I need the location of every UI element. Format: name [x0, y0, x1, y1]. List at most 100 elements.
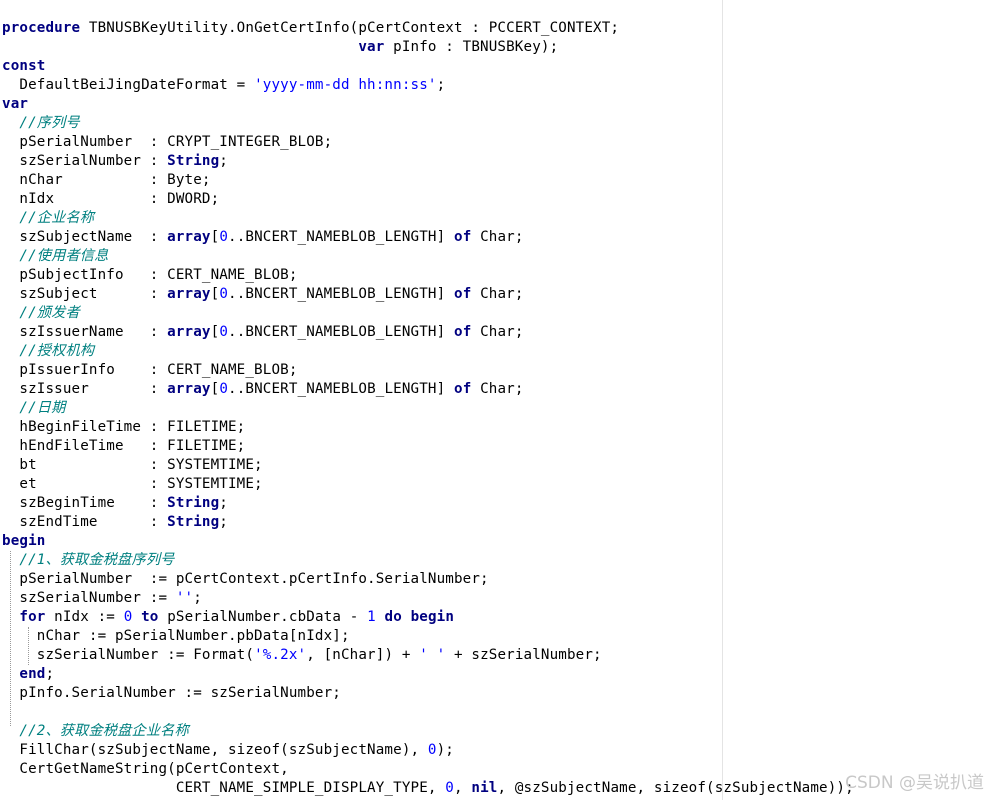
code-text: Char; [471, 229, 524, 245]
code-line[interactable]: hBeginFileTime : FILETIME; [2, 418, 962, 437]
code-text: pInfo : TBNUSBKey); [384, 39, 559, 55]
keyword-token: String [167, 495, 220, 511]
code-text: ; [45, 666, 55, 682]
code-line[interactable]: pInfo.SerialNumber := szSerialNumber; [2, 684, 962, 703]
code-text: , @szSubjectName, sizeof(szSubjectName))… [497, 780, 854, 796]
code-line[interactable]: CERT_NAME_SIMPLE_DISPLAY_TYPE, 0, nil, @… [2, 779, 962, 798]
code-text: [ [210, 229, 220, 245]
keyword-token: for [19, 609, 46, 625]
string-literal: 'yyyy-mm-dd hh:nn:ss' [254, 77, 437, 93]
code-line[interactable]: nChar : Byte; [2, 171, 962, 190]
code-text: nIdx := [45, 609, 124, 625]
code-line[interactable]: //日期 [2, 399, 962, 418]
keyword-token: String [167, 514, 220, 530]
code-text: ); [436, 742, 454, 758]
code-text: nIdx : DWORD; [2, 191, 220, 207]
code-text: DefaultBeiJingDateFormat = [2, 77, 255, 93]
code-line[interactable]: procedure TBNUSBKeyUtility.OnGetCertInfo… [2, 19, 962, 38]
code-line[interactable]: //企业名称 [2, 209, 962, 228]
keyword-token: do [384, 609, 402, 625]
code-line[interactable]: szSubjectName : array[0..BNCERT_NAMEBLOB… [2, 228, 962, 247]
code-line[interactable]: szSerialNumber := Format('%.2x', [nChar]… [2, 646, 962, 665]
code-line[interactable]: szIssuer : array[0..BNCERT_NAMEBLOB_LENG… [2, 380, 962, 399]
right-margin-line [722, 0, 723, 800]
code-text: pInfo.SerialNumber := szSerialNumber; [2, 685, 341, 701]
code-line[interactable]: pSerialNumber := pCertContext.pCertInfo.… [2, 570, 962, 589]
code-text: ..BNCERT_NAMEBLOB_LENGTH] [228, 381, 454, 397]
code-text: ..BNCERT_NAMEBLOB_LENGTH] [228, 286, 454, 302]
number-literal: 0 [219, 286, 229, 302]
code-line[interactable]: szSubject : array[0..BNCERT_NAMEBLOB_LEN… [2, 285, 962, 304]
keyword-token: to [141, 609, 159, 625]
code-text: bt : SYSTEMTIME; [2, 457, 263, 473]
code-line[interactable]: pIssuerInfo : CERT_NAME_BLOB; [2, 361, 962, 380]
keyword-token: begin [2, 533, 46, 549]
keyword-token: var [2, 96, 29, 112]
code-line[interactable]: hEndFileTime : FILETIME; [2, 437, 962, 456]
code-text: [ [210, 286, 220, 302]
code-text: szIssuerName : [2, 324, 168, 340]
code-text: szEndTime : [2, 514, 168, 530]
code-line[interactable]: CertGetNameString(pCertContext, [2, 760, 962, 779]
code-text: nChar := pSerialNumber.pbData[nIdx]; [2, 628, 350, 644]
keyword-token: of [454, 286, 472, 302]
comment-token: //使用者信息 [2, 248, 109, 264]
code-line[interactable]: const [2, 57, 962, 76]
code-line[interactable]: begin [2, 532, 962, 551]
code-text: ..BNCERT_NAMEBLOB_LENGTH] [228, 324, 454, 340]
code-line[interactable]: DefaultBeiJingDateFormat = 'yyyy-mm-dd h… [2, 76, 962, 95]
code-line[interactable]: var pInfo : TBNUSBKey); [2, 38, 962, 57]
code-text: pSerialNumber : CRYPT_INTEGER_BLOB; [2, 134, 333, 150]
number-literal: 0 [427, 742, 437, 758]
code-line[interactable]: //2、获取金税盘企业名称 [2, 722, 962, 741]
comment-token: //2、获取金税盘企业名称 [2, 723, 189, 739]
code-line[interactable]: FillChar(szSubjectName, sizeof(szSubject… [2, 741, 962, 760]
comment-token: //日期 [2, 400, 66, 416]
code-line[interactable]: var [2, 95, 962, 114]
keyword-token: const [2, 58, 46, 74]
keyword-token: var [358, 39, 385, 55]
code-text: Char; [471, 324, 524, 340]
code-text: szSubjectName : [2, 229, 168, 245]
code-line[interactable] [2, 703, 962, 722]
code-text: Char; [471, 286, 524, 302]
code-text: [ [210, 381, 220, 397]
number-literal: 0 [219, 324, 229, 340]
code-text: szSerialNumber := Format( [2, 647, 255, 663]
keyword-token: array [167, 324, 211, 340]
code-line[interactable]: //颁发者 [2, 304, 962, 323]
comment-token: //序列号 [2, 115, 80, 131]
code-text: pSerialNumber.cbData - [158, 609, 368, 625]
code-lines[interactable]: procedure TBNUSBKeyUtility.OnGetCertInfo… [2, 19, 962, 798]
code-line[interactable]: et : SYSTEMTIME; [2, 475, 962, 494]
code-line[interactable]: nIdx : DWORD; [2, 190, 962, 209]
comment-token: //授权机构 [2, 343, 95, 359]
code-line[interactable]: szSerialNumber := ''; [2, 589, 962, 608]
code-line[interactable]: szBeginTime : String; [2, 494, 962, 513]
code-text: , [nChar]) + [306, 647, 420, 663]
code-editor[interactable]: procedure TBNUSBKeyUtility.OnGetCertInfo… [0, 0, 854, 800]
code-line[interactable]: for nIdx := 0 to pSerialNumber.cbData - … [2, 608, 962, 627]
code-line[interactable]: //1、获取金税盘序列号 [2, 551, 962, 570]
code-line[interactable]: //序列号 [2, 114, 962, 133]
code-line[interactable]: end; [2, 665, 962, 684]
code-text: , [453, 780, 472, 796]
code-line[interactable]: bt : SYSTEMTIME; [2, 456, 962, 475]
code-line[interactable]: pSubjectInfo : CERT_NAME_BLOB; [2, 266, 962, 285]
code-line[interactable]: szEndTime : String; [2, 513, 962, 532]
code-text: TBNUSBKeyUtility.OnGetCertInfo(pCertCont… [80, 20, 620, 36]
code-line[interactable]: //授权机构 [2, 342, 962, 361]
code-line[interactable]: nChar := pSerialNumber.pbData[nIdx]; [2, 627, 962, 646]
keyword-token: of [454, 229, 472, 245]
code-line[interactable]: szIssuerName : array[0..BNCERT_NAMEBLOB_… [2, 323, 962, 342]
code-line[interactable]: //使用者信息 [2, 247, 962, 266]
code-text: pSubjectInfo : CERT_NAME_BLOB; [2, 267, 298, 283]
code-line[interactable]: pSerialNumber : CRYPT_INTEGER_BLOB; [2, 133, 962, 152]
code-text: ; [193, 590, 202, 606]
code-text: szBeginTime : [2, 495, 168, 511]
code-line[interactable]: szSerialNumber : String; [2, 152, 962, 171]
